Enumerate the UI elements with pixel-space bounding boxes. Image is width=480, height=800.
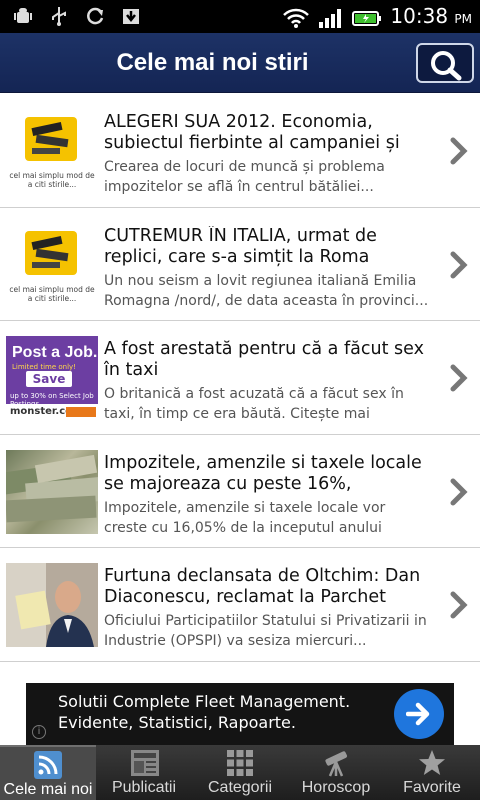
- ad-line-1: Solutii Complete Fleet Management.: [58, 692, 351, 711]
- article-row[interactable]: cel mai simplu mod de a citi stirile... …: [0, 94, 480, 208]
- thumbnail-headline: Post a Job.: [12, 344, 98, 361]
- article-thumbnail: [6, 449, 98, 534]
- android-debug-icon: [14, 8, 32, 23]
- article-thumbnail: [6, 563, 98, 647]
- chevron-right-icon: [450, 251, 468, 278]
- status-bar: 10:38 PM: [0, 0, 480, 33]
- wifi-icon: [283, 8, 310, 28]
- article-description: Un nou seism a lovit regiunea italiană E…: [104, 272, 429, 309]
- article-description: Crearea de locuri de muncă și problema i…: [104, 159, 385, 195]
- article-description: Oficiului Participatiilor Statului si Pr…: [104, 613, 427, 649]
- person-photo: [6, 563, 98, 647]
- arrow-right-icon: [406, 702, 430, 726]
- app-logo-image: [25, 117, 77, 161]
- clock-time: 10:38: [390, 4, 449, 28]
- article-row[interactable]: Post a Job. Limited time only! Save up t…: [0, 321, 480, 435]
- ad-go-button[interactable]: [394, 689, 444, 739]
- article-title: Furtuna declansata de Oltchim: Dan Diaco…: [104, 566, 421, 607]
- tab-label: Publicatii: [111, 779, 177, 796]
- clock: 10:38 PM: [390, 3, 472, 32]
- search-icon: [431, 51, 462, 81]
- download-icon: [123, 9, 139, 24]
- app-logo-image: [25, 230, 77, 275]
- thumbnail-brand-bar: monster.com: [6, 404, 98, 420]
- tab-label: Horoscop: [301, 779, 371, 796]
- page-title: Cele mai noi stiri: [116, 49, 309, 76]
- system-icons: 10:38 PM: [282, 3, 472, 32]
- article-description: Impozitele, amenzile si taxele locale vo…: [104, 499, 386, 536]
- article-title: A fost arestată pentru că a făcut sex în…: [104, 339, 424, 380]
- app-header: Cele mai noi stiri: [0, 33, 480, 93]
- article-list: cel mai simplu mod de a citi stirile... …: [0, 94, 480, 662]
- clock-ampm: PM: [454, 12, 472, 26]
- article-thumbnail: Post a Job. Limited time only! Save up t…: [6, 336, 98, 420]
- chevron-right-icon: [450, 364, 468, 392]
- rss-icon: [34, 751, 62, 779]
- article-row[interactable]: Furtuna declansata de Oltchim: Dan Diaco…: [0, 548, 480, 662]
- article-row[interactable]: cel mai simplu mod de a citi stirile... …: [0, 208, 480, 321]
- tab-publicatii[interactable]: Publicatii: [96, 745, 192, 800]
- tab-label: Favorite: [403, 779, 461, 796]
- article-thumbnail: cel mai simplu mod de a citi stirile...: [6, 109, 98, 193]
- chevron-right-icon: [450, 478, 468, 505]
- battery-icon: [352, 10, 382, 26]
- star-icon: [419, 750, 445, 775]
- grid-icon: [227, 750, 253, 776]
- article-thumbnail: cel mai simplu mod de a citi stirile...: [6, 222, 98, 307]
- money-image: [6, 454, 98, 522]
- ad-text: Solutii Complete Fleet Management. Evide…: [58, 691, 350, 733]
- article-title: ALEGERI SUA 2012. Economia, subiectul fi…: [104, 112, 400, 153]
- ad-info-icon[interactable]: i: [32, 725, 46, 739]
- tab-horoscop[interactable]: Horoscop: [288, 745, 384, 800]
- signal-icon: [319, 8, 342, 28]
- thumbnail-save: Save: [26, 371, 72, 387]
- usb-icon: [52, 7, 66, 26]
- thumbnail-discount: up to 30%: [10, 392, 46, 400]
- tab-favorite[interactable]: Favorite: [384, 745, 480, 800]
- search-button[interactable]: [416, 43, 474, 83]
- ad-banner[interactable]: Solutii Complete Fleet Management. Evide…: [26, 683, 454, 745]
- bottom-tab-bar: Cele mai noi Publicatii Categorii Horosc…: [0, 745, 480, 800]
- chevron-right-icon: [450, 137, 468, 165]
- notification-icons: [12, 5, 142, 27]
- newspaper-icon: [131, 750, 159, 776]
- sync-icon: [87, 7, 104, 25]
- tab-label: Categorii: [207, 779, 273, 796]
- ad-line-2: Evidente, Statistici, Rapoarte.: [58, 713, 296, 732]
- tab-cele-mai-noi[interactable]: Cele mai noi: [0, 745, 96, 800]
- thumbnail-caption: cel mai simplu mod de a citi stirile...: [9, 284, 95, 303]
- thumbnail-promo: Limited time only!: [12, 363, 76, 371]
- thumbnail-caption: cel mai simplu mod de a citi stirile...: [9, 171, 95, 189]
- article-title: CUTREMUR ÎN ITALIA, urmat de replici, ca…: [104, 225, 377, 267]
- article-title: Impozitele, amenzile si taxele locale se…: [104, 452, 422, 494]
- telescope-icon: [325, 751, 348, 777]
- tab-categorii[interactable]: Categorii: [192, 745, 288, 800]
- thumbnail-cta: [66, 407, 96, 417]
- tab-label: Cele mai noi: [3, 781, 93, 798]
- article-description: O britanică a fost acuzată că a făcut se…: [104, 386, 404, 422]
- article-row[interactable]: Impozitele, amenzile si taxele locale se…: [0, 435, 480, 548]
- chevron-right-icon: [450, 591, 468, 619]
